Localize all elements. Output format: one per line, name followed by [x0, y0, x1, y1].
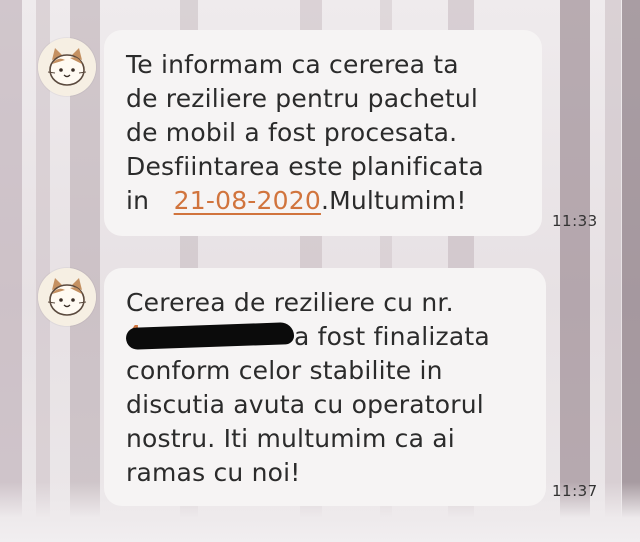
message-time: 11:33	[552, 212, 598, 230]
message-line: discutia avuta cu operatorul	[126, 390, 484, 419]
message-line: Cererea de reziliere cu nr.	[126, 288, 454, 317]
message-text: in	[126, 186, 150, 215]
cat-avatar-icon[interactable]	[38, 268, 96, 326]
message-time: 11:37	[552, 482, 598, 500]
message-bubble-1[interactable]: Te informam ca cererea ta de reziliere p…	[104, 30, 542, 236]
message-line: 4a fost finalizata	[125, 320, 524, 354]
message-line: de mobil a fost procesata.	[126, 118, 458, 147]
cat-avatar-icon[interactable]	[38, 38, 96, 96]
message-line: de reziliere pentru pachetul	[126, 84, 479, 113]
message-line-last: in 21-08-2020.Multumim!	[126, 184, 520, 218]
message-line: conform celor stabilite in	[126, 356, 443, 385]
redacted-number: 4	[125, 321, 295, 350]
message-line: nostru. Iti multumim ca ai	[126, 424, 455, 453]
message-bubble-2[interactable]: Cererea de reziliere cu nr. 4a fost fina…	[104, 268, 546, 506]
date-link[interactable]: 21-08-2020	[174, 186, 321, 215]
message-text: .Multumim!	[320, 186, 467, 215]
message-line: Te informam ca cererea ta	[126, 50, 459, 79]
message-line: Desfiintarea este planificata	[126, 152, 484, 181]
message-text: a fost finalizata	[294, 322, 490, 351]
message-line: ramas cu noi!	[126, 458, 301, 487]
